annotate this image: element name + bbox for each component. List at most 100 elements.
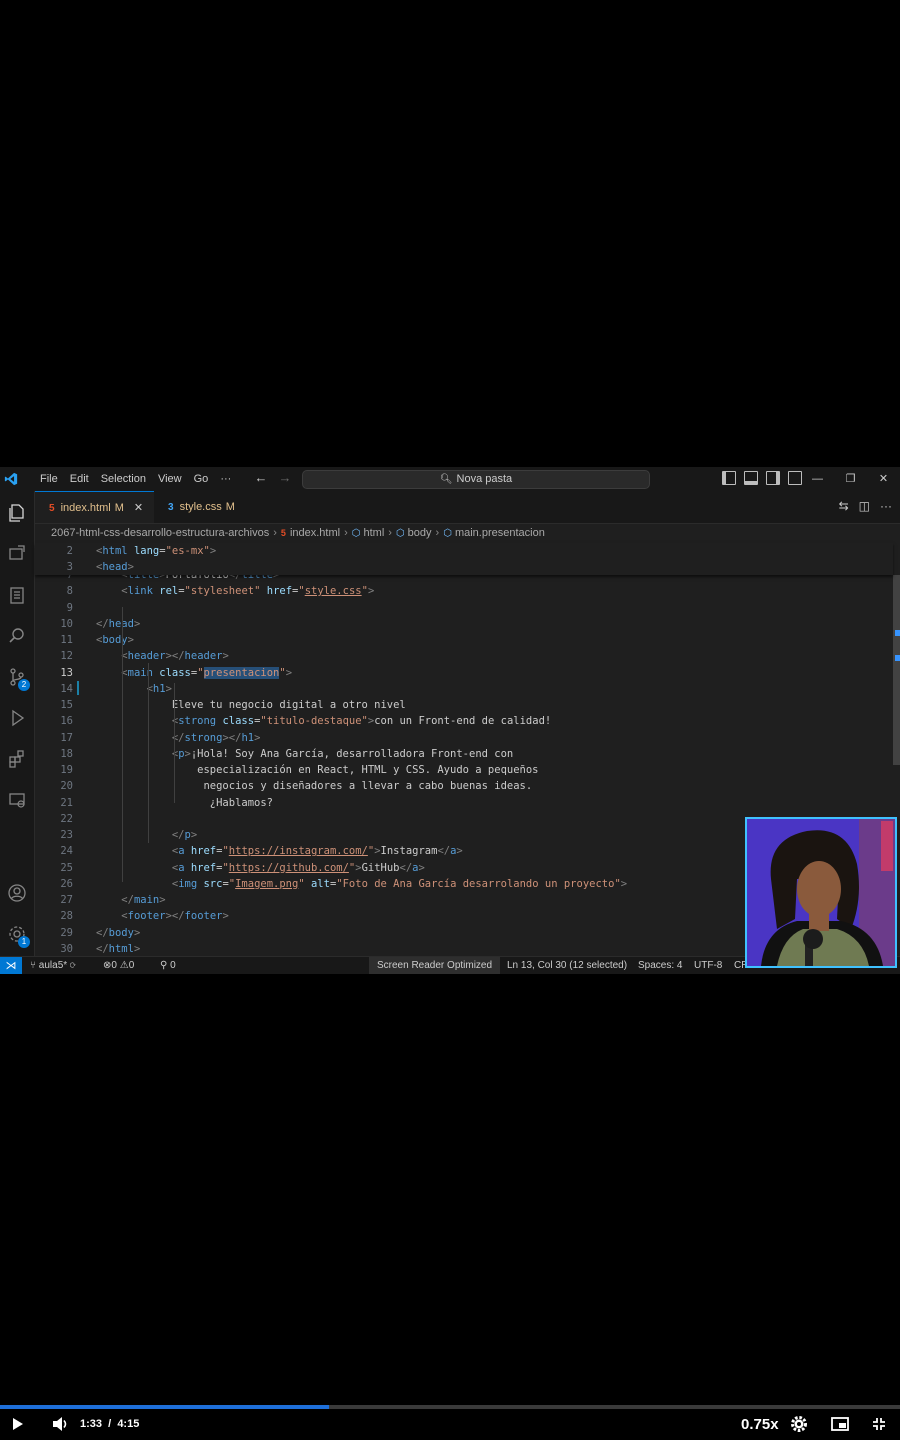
breadcrumb-main[interactable]: main.presentacion [455,527,545,539]
minimize-icon[interactable]: — [801,467,834,491]
menu-view[interactable]: View [152,467,188,491]
code-line[interactable]: 8 <link rel="stylesheet" href="style.css… [35,583,893,599]
line-text: <html lang="es-mx"> [96,545,217,557]
restore-icon[interactable]: ❐ [834,467,867,491]
code-line[interactable]: 17 </strong></h1> [35,730,893,746]
picture-in-picture-icon[interactable] [831,1417,849,1431]
line-text: <p>¡Hola! Soy Ana García, desarrolladora… [171,747,514,760]
code-line[interactable]: 19 especialización en React, HTML y CSS.… [35,762,893,778]
run-debug-icon[interactable] [7,708,27,728]
line-text: <header></header> [121,650,229,663]
code-line[interactable]: 16 <strong class="titulo-destaque">con u… [35,713,893,729]
line-text: </head> [96,617,141,630]
toggle-secondary-sidebar-icon[interactable] [766,471,780,485]
code-line[interactable]: 2 <html lang="es-mx"> [35,543,893,559]
more-actions-icon[interactable]: ··· [880,499,892,513]
close-tab-icon[interactable]: ✕ [134,502,143,514]
customize-layout-icon[interactable] [788,471,802,485]
breadcrumb-body[interactable]: body [408,527,432,539]
remote-monitor-icon[interactable] [7,790,27,810]
symbol-element-icon: ⬡ [351,528,361,539]
remote-indicator-icon[interactable]: ⋊ [0,957,22,974]
screen-reader-status[interactable]: Screen Reader Optimized [369,957,501,974]
layout-controls [722,471,802,485]
line-number: 25 [60,861,73,874]
video-controls: 1:33 / 4:15 0.75x [0,1409,900,1440]
compare-changes-icon[interactable]: ⇆ [839,499,849,513]
problems-status[interactable]: ⊗0 ⚠0 [103,957,134,974]
line-text: </html> [96,942,141,955]
code-line[interactable]: 15 Eleve tu negocio digital a otro nivel [35,697,893,713]
menu-more[interactable]: ··· [214,467,237,491]
back-arrow-icon[interactable]: ← [254,470,268,485]
explorer-icon[interactable] [7,503,27,523]
account-icon[interactable] [7,883,27,903]
indentation-status[interactable]: Spaces: 4 [638,957,682,974]
scroll-marker [895,630,900,636]
code-line[interactable]: 10 </head> [35,616,893,632]
line-number: 11 [60,634,73,646]
symbol-element-icon: ⬡ [443,528,452,539]
sticky-scroll-header[interactable]: 2 <html lang="es-mx"> 3 <head> [35,543,893,575]
tab-style-css[interactable]: 3 style.css M [154,491,246,523]
toggle-panel-icon[interactable] [744,471,758,485]
play-icon[interactable] [13,1418,23,1430]
ports-status[interactable]: ⚲ 0 [160,957,176,974]
notes-icon[interactable] [7,585,27,605]
code-line[interactable]: 18 <p>¡Hola! Soy Ana García, desarrollad… [35,746,893,762]
tab-label: index.html [60,502,111,514]
tab-index-html[interactable]: 5 index.html M ✕ [35,491,154,523]
breadcrumb-html[interactable]: html [363,527,384,539]
extensions-icon[interactable] [7,749,27,769]
code-line[interactable]: 12 <header></header> [35,648,893,664]
code-line[interactable]: 9 [35,600,893,616]
indent-guide [174,683,175,803]
menu-go[interactable]: Go [188,467,215,491]
line-number: 27 [60,894,73,906]
line-text: <h1> [146,682,172,695]
forward-arrow-icon[interactable]: → [278,470,292,485]
code-line[interactable]: 11 <body> [35,632,893,648]
line-number: 26 [60,877,73,890]
code-line[interactable]: 13 <main class="presentacion"> [35,665,893,681]
line-number: 15 [60,699,73,711]
volume-icon[interactable] [52,1416,70,1432]
code-line[interactable]: 3 <head> [35,559,893,575]
line-text: <footer></footer> [121,910,229,923]
cursor-position[interactable]: Ln 13, Col 30 (12 selected) [507,957,627,974]
menu-selection[interactable]: Selection [95,467,152,491]
remote-explorer-icon[interactable] [7,544,27,564]
playback-speed[interactable]: 0.75x [741,1416,779,1433]
close-window-icon[interactable]: ✕ [867,467,900,491]
settings-icon[interactable] [790,1415,808,1433]
code-line[interactable]: 14 <h1> [35,681,893,697]
html5-icon: 5 [49,503,55,514]
radio-tower-icon: ⚲ [160,960,168,971]
code-line[interactable]: 21 ¿Hablamos? [35,795,893,811]
breadcrumb-file[interactable]: index.html [290,527,340,539]
search-view-icon[interactable] [7,626,27,646]
line-number: 29 [60,926,73,939]
git-branch-icon: ⑂ [30,960,39,971]
encoding-status[interactable]: UTF-8 [694,957,722,974]
branch-status[interactable]: ⑂ aula5* ⟳ [30,957,76,974]
code-line[interactable]: 20 negocios y diseñadores a llevar a cab… [35,778,893,794]
warning-count: 0 [128,960,135,971]
presenter-video-image [747,819,895,966]
scroll-marker [895,655,900,661]
menu-file[interactable]: File [34,467,64,491]
scrollbar-thumb[interactable] [893,575,900,765]
toggle-sidebar-icon[interactable] [722,471,736,485]
split-editor-icon[interactable]: ◫ [859,499,870,513]
css3-icon: 3 [168,502,174,513]
current-time: 1:33 [80,1418,103,1430]
breadcrumb-folder[interactable]: 2067-html-css-desarrollo-estructura-arch… [51,527,269,539]
menu-edit[interactable]: Edit [64,467,95,491]
line-text: <main class="presentacion"> [121,666,293,679]
exit-fullscreen-icon[interactable] [872,1417,886,1431]
line-text: Eleve tu negocio digital a otro nivel [96,699,406,711]
line-number: 12 [60,650,73,663]
line-number: 19 [60,764,73,776]
command-center-search[interactable]: 🔍︎ Nova pasta [302,470,650,489]
line-number: 23 [60,829,73,841]
